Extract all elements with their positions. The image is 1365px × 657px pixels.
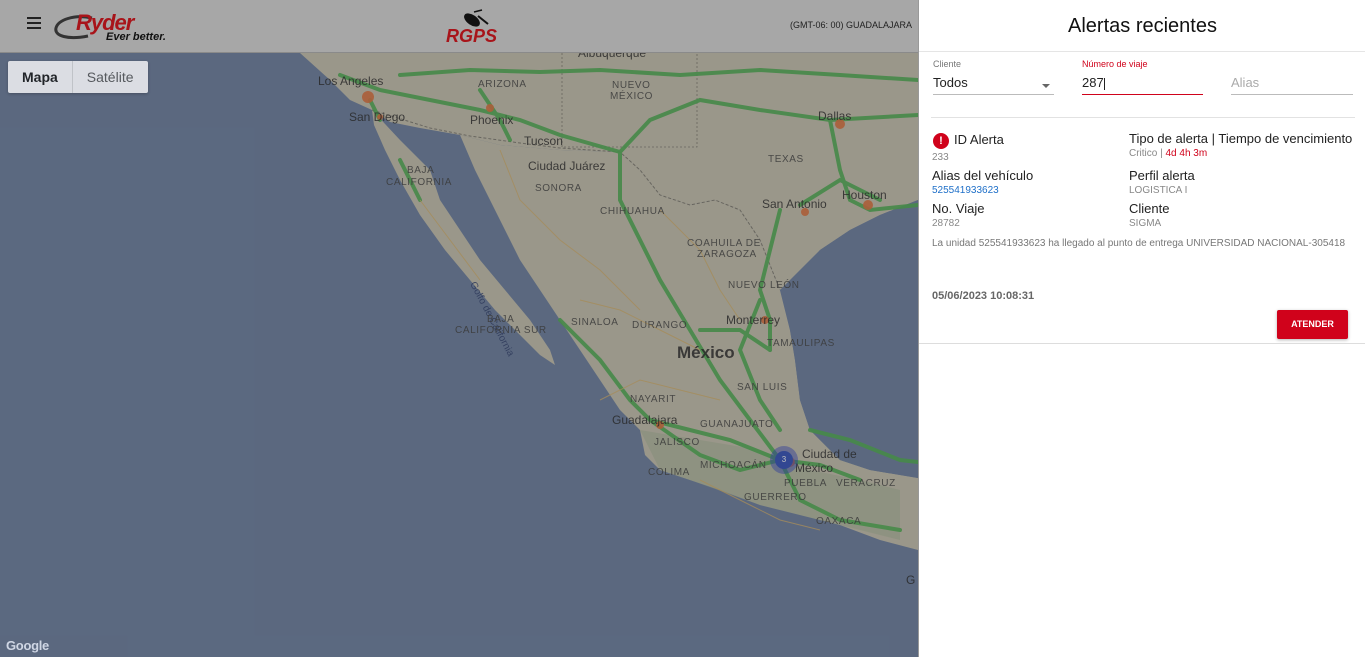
map-label-monterrey: Monterrey bbox=[726, 313, 781, 327]
map-label-phoenix: Phoenix bbox=[470, 113, 514, 127]
map-label-bcs-2: CALIFORNIA SUR bbox=[455, 325, 547, 336]
cluster-count: 3 bbox=[775, 451, 793, 469]
alert-message: La unidad 525541933623 ha llegado al pun… bbox=[932, 238, 1346, 249]
vehicle-alias-link[interactable]: 525541933623 bbox=[932, 185, 999, 196]
trip-number-label: No. Viaje bbox=[932, 201, 985, 216]
map-label-tamaulipas: TAMAULIPAS bbox=[767, 338, 835, 349]
client-value: SIGMA bbox=[1129, 218, 1162, 229]
map-label-bcs-1: BAJA bbox=[487, 314, 515, 325]
map-label-tucson: Tucson bbox=[524, 134, 563, 148]
alert-profile-label: Perfil alerta bbox=[1129, 168, 1195, 183]
map-label-coahuila-2: ZARAGOZA bbox=[697, 249, 757, 260]
alert-type-separator: | bbox=[1157, 148, 1166, 159]
menu-icon[interactable] bbox=[27, 17, 41, 31]
app-header: Ryder Ever better. RGPS (GMT-06: 00) GUA… bbox=[0, 0, 918, 53]
attend-button[interactable]: ATENDER bbox=[1277, 310, 1348, 339]
cliente-filter-label: Cliente bbox=[933, 59, 962, 69]
map-label-sinaloa: SINALOA bbox=[571, 317, 619, 328]
alert-type-label: Tipo de alerta | Tiempo de vencimiento bbox=[1129, 131, 1353, 146]
filters-divider bbox=[931, 117, 1355, 118]
alert-profile-value: LOGISTICA I bbox=[1129, 185, 1188, 196]
trip-number-value: 28782 bbox=[932, 218, 960, 229]
map-label-arizona: ARIZONA bbox=[478, 79, 527, 90]
rgps-wordmark: RGPS bbox=[446, 26, 498, 46]
map-label-los-angeles: Los Angeles bbox=[318, 74, 384, 88]
map-label-guadalajara: Guadalajara bbox=[612, 413, 678, 427]
map-label-nayarit: NAYARIT bbox=[630, 394, 677, 405]
alert-severity: Critico bbox=[1129, 148, 1158, 159]
cliente-filter-select[interactable]: Todos bbox=[933, 75, 1054, 95]
map-label-nuevo-mexico-1: NUEVO bbox=[612, 80, 651, 91]
map-label-edge: G bbox=[906, 573, 916, 587]
map-type-control: Mapa Satélite bbox=[8, 61, 148, 93]
alert-datetime: 05/06/2023 10:08:31 bbox=[932, 290, 1035, 302]
map-label-san-diego: San Diego bbox=[349, 110, 406, 124]
alert-id-label: ID Alerta bbox=[954, 132, 1004, 147]
map-label-cdmx-2: México bbox=[795, 461, 834, 475]
alias-filter-input[interactable]: Alias bbox=[1231, 75, 1353, 95]
map-label-nuevo-mexico-2: MÉXICO bbox=[610, 91, 654, 102]
map-label-san-luis: SAN LUIS bbox=[737, 382, 788, 393]
ryder-logo: Ryder Ever better. bbox=[54, 10, 174, 44]
map-label-veracruz: VERACRUZ bbox=[836, 478, 896, 489]
map-type-satellite-button[interactable]: Satélite bbox=[73, 61, 148, 93]
viaje-filter-label: Número de viaje bbox=[1082, 59, 1148, 69]
alerts-panel: Alertas recientes Cliente Todos Número d… bbox=[918, 0, 1365, 657]
google-logo: Google bbox=[6, 638, 49, 653]
map-label-mexico: México bbox=[677, 343, 735, 362]
map-label-colima: COLIMA bbox=[648, 467, 690, 478]
viaje-filter-value: 287 bbox=[1082, 75, 1104, 90]
map-label-guanajuato: GUANAJUATO bbox=[700, 419, 774, 430]
alert-type-value: Critico | 4d 4h 3m bbox=[1129, 148, 1207, 159]
cliente-filter-value: Todos bbox=[933, 75, 968, 90]
map-label-michoacan: MICHOACÁN bbox=[700, 460, 767, 471]
client-label: Cliente bbox=[1129, 201, 1170, 216]
map-label-oaxaca: OAXACA bbox=[816, 516, 862, 527]
alias-filter-placeholder: Alias bbox=[1231, 75, 1260, 90]
chevron-down-icon bbox=[1042, 84, 1050, 88]
rgps-logo: RGPS bbox=[444, 8, 508, 48]
ryder-tagline: Ever better. bbox=[106, 31, 166, 43]
viaje-filter-input[interactable]: 287 bbox=[1082, 75, 1203, 95]
map-label-chihuahua: CHIHUAHUA bbox=[600, 206, 665, 217]
map-label-guerrero: GUERRERO bbox=[744, 492, 807, 503]
map-label-nuevo-leon: NUEVO LEÓN bbox=[728, 280, 800, 291]
panel-title: Alertas recientes bbox=[919, 0, 1365, 52]
map-label-baja-california-2: CALIFORNIA bbox=[386, 177, 453, 188]
map-label-jalisco: JALISCO bbox=[654, 437, 700, 448]
timezone-label: (GMT-06: 00) GUADALAJARA bbox=[790, 20, 913, 30]
map-label-puebla: PUEBLA bbox=[784, 478, 828, 489]
map-label-cdmx-1: Ciudad de bbox=[802, 447, 857, 461]
alert-time-remaining: 4d 4h 3m bbox=[1165, 148, 1208, 159]
map-label-coahuila-1: COAHUILA DE bbox=[687, 238, 761, 249]
map-label-durango: DURANGO bbox=[632, 320, 688, 331]
alert-id-value: 233 bbox=[932, 152, 949, 163]
map-label-san-antonio: San Antonio bbox=[762, 197, 827, 211]
map-label-baja-california-1: BAJA bbox=[407, 165, 435, 176]
map-label-texas: TEXAS bbox=[768, 154, 804, 165]
map-label-sonora: SONORA bbox=[535, 183, 582, 194]
vehicle-alias-label: Alias del vehículo bbox=[932, 168, 1034, 183]
vehicle-cluster-marker[interactable]: 3 bbox=[770, 446, 798, 474]
map-label-dallas: Dallas bbox=[818, 109, 852, 123]
error-alert-icon: ! bbox=[933, 133, 949, 149]
map-type-map-button[interactable]: Mapa bbox=[8, 61, 73, 93]
map-label-ciudad-juarez: Ciudad Juárez bbox=[528, 159, 606, 173]
card-divider bbox=[919, 343, 1365, 344]
map-label-houston: Houston bbox=[842, 188, 887, 202]
text-cursor bbox=[1103, 77, 1105, 90]
